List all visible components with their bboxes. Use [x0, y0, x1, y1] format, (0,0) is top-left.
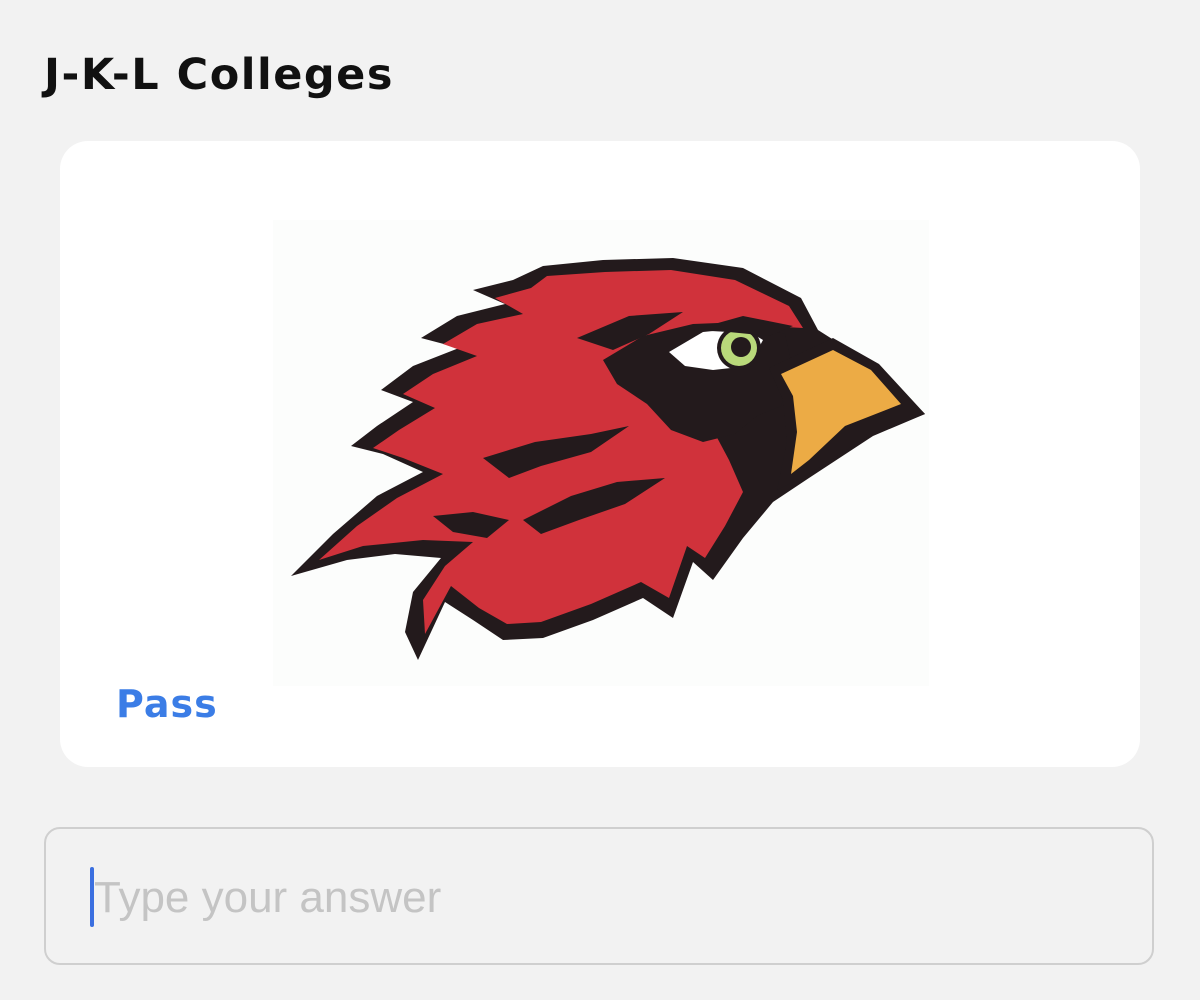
cardinal-mascot-icon [291, 258, 925, 660]
cardinal-logo-image [273, 220, 929, 686]
answer-input[interactable] [94, 865, 1094, 931]
page-title: J-K-L Colleges [44, 50, 394, 100]
question-card: Pass [60, 141, 1140, 767]
pass-button[interactable]: Pass [116, 682, 218, 726]
eye-pupil [731, 337, 751, 357]
answer-box[interactable] [44, 827, 1154, 965]
